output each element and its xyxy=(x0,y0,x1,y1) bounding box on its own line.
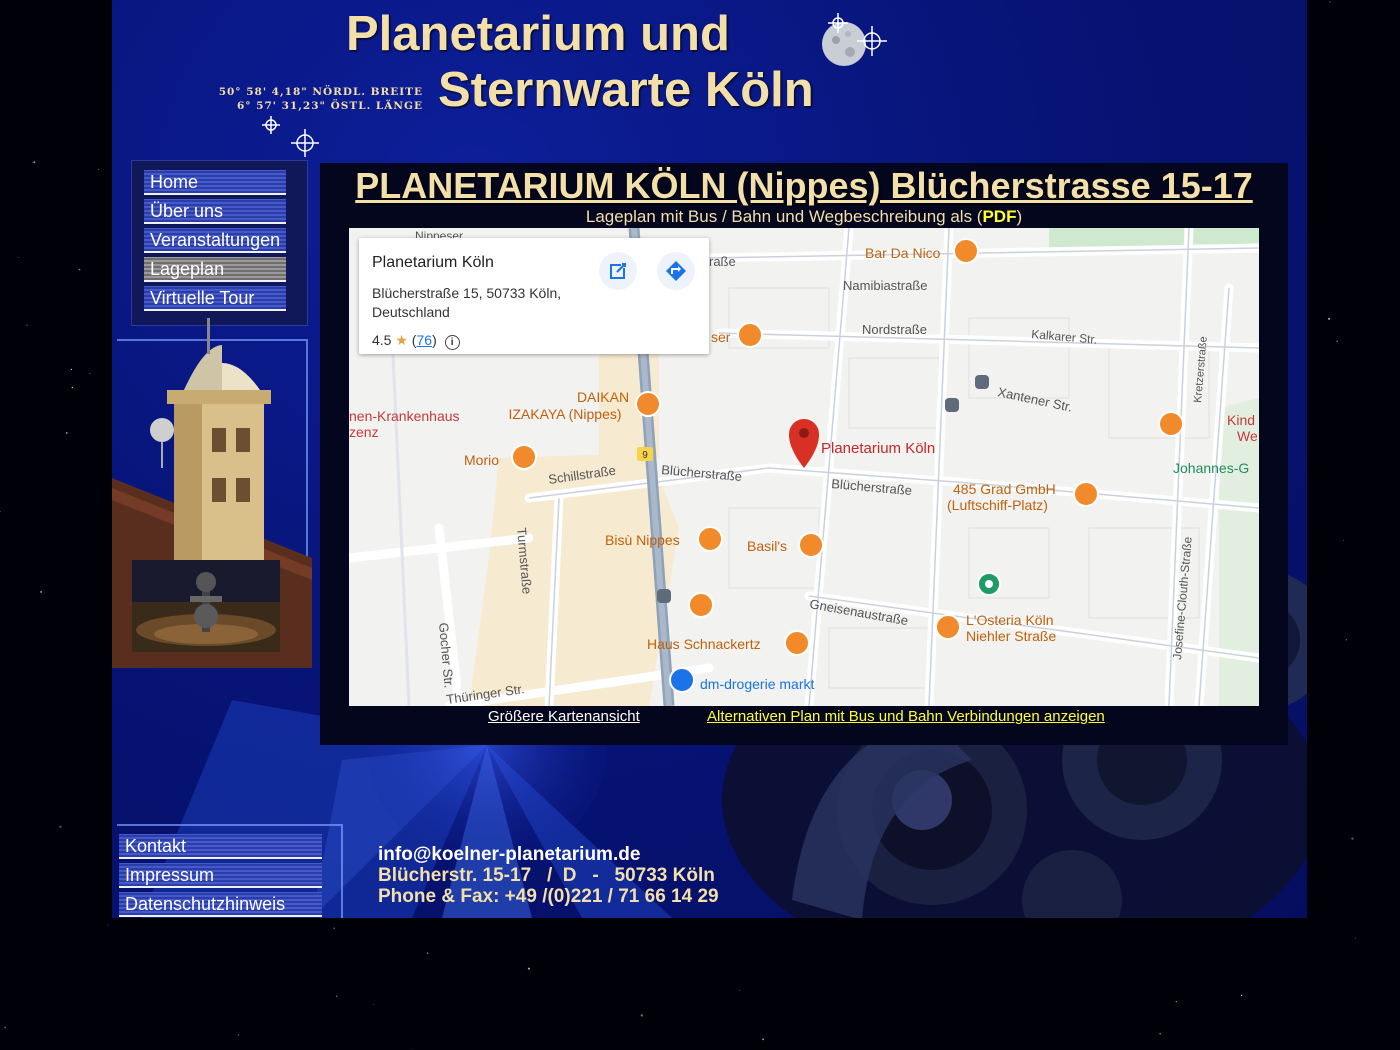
postal-address: Blücherstr. 15-17 / D - 50733 Köln xyxy=(378,865,715,886)
poi-label-basils: Basil's xyxy=(747,538,787,554)
site-title-line2: Sternwarte Köln xyxy=(438,63,814,117)
crosshair-star-icon xyxy=(262,116,319,157)
nav-veranstaltungen[interactable]: Veranstaltungen xyxy=(144,228,286,253)
directions-subtitle: Lageplan mit Bus / Bahn und Wegbeschreib… xyxy=(320,207,1288,227)
star-icon: ★ xyxy=(395,332,408,348)
place-rating: 4.5 ★ (76) i xyxy=(372,332,460,350)
rating-value: 4.5 xyxy=(372,332,392,348)
poi-label-johannes: Johannes-G xyxy=(1173,460,1249,476)
pdf-link[interactable]: PDF xyxy=(982,207,1016,226)
open-map-button[interactable] xyxy=(599,252,637,290)
nav-impressum[interactable]: Impressum xyxy=(119,863,322,888)
map-info-card: Planetarium Köln Blücherstraße 15, 50733… xyxy=(359,238,709,354)
directions-button[interactable] xyxy=(657,252,695,290)
poi-label-ser: ser xyxy=(711,329,731,345)
place-name: Planetarium Köln xyxy=(372,254,494,271)
nav-virtuelle-tour[interactable]: Virtuelle Tour xyxy=(144,286,286,311)
location-heading[interactable]: PLANETARIUM KÖLN (Nippes) Blücherstrasse… xyxy=(320,165,1288,207)
footer-navigation: Kontakt Impressum Datenschutzhinweis xyxy=(119,830,329,918)
street-label-partial: raße xyxy=(709,254,736,269)
contact-info: info@koelner-planetarium.de Blücherstr. … xyxy=(378,844,719,907)
poi-label-485-grad: 485 Grad GmbH (Luftschiff-Platz) xyxy=(947,481,1056,513)
poi-label-dm: dm-drogerie markt xyxy=(700,676,814,692)
external-link-icon xyxy=(610,263,626,279)
main-navigation: Home Über uns Veranstaltungen Lageplan V… xyxy=(131,160,308,326)
info-icon[interactable]: i xyxy=(444,335,460,350)
poi-label-schnackertz: Haus Schnackertz xyxy=(647,636,761,652)
poi-label-losteria: L'Osteria Köln Niehler Straße xyxy=(966,612,1056,644)
nav-kontakt[interactable]: Kontakt xyxy=(119,834,322,859)
directions-icon xyxy=(666,261,686,281)
content-panel: PLANETARIUM KÖLN (Nippes) Blücherstrasse… xyxy=(320,163,1288,745)
nav-home[interactable]: Home xyxy=(144,170,286,195)
latitude-text: 50° 58' 4,18" NÖRDL. BREITE xyxy=(218,86,423,98)
reviews-link[interactable]: 76 xyxy=(416,332,432,348)
projector-thumbnail xyxy=(132,560,280,652)
directions-text: Lageplan mit Bus / Bahn und Wegbeschreib… xyxy=(585,207,983,226)
street-label-namibia: Namibiastraße xyxy=(843,278,928,293)
shop-marker-icon[interactable] xyxy=(669,667,695,693)
route-badge-label: 9 xyxy=(642,450,648,461)
phone-fax: Phone & Fax: +49 /(0)221 / 71 66 14 29 xyxy=(378,886,719,907)
email-link[interactable]: info@koelner-planetarium.de xyxy=(378,844,640,865)
nav-lageplan[interactable]: Lageplan xyxy=(144,257,286,282)
embedded-map[interactable]: Namibiastraße Nordstraße Kalkarer Str. X… xyxy=(349,228,1259,706)
street-label-nord: Nordstraße xyxy=(862,322,927,337)
page-frame: Planetarium und Sternwarte Köln 50° 58' … xyxy=(112,0,1307,918)
poi-label-bar-da-nico: Bar Da Nico xyxy=(865,245,941,261)
alternative-plan-link[interactable]: Alternativen Plan mit Bus und Bahn Verbi… xyxy=(707,708,1105,725)
nav-ueber-uns[interactable]: Über uns xyxy=(144,199,286,224)
larger-map-link[interactable]: Größere Kartenansicht xyxy=(488,708,640,725)
poi-label-bisu: Bisù Nippes xyxy=(605,532,680,548)
park-marker-dot xyxy=(985,580,993,588)
directions-close: ) xyxy=(1016,207,1023,226)
place-address: Blücherstraße 15, 50733 Köln, Deutschlan… xyxy=(372,285,562,320)
site-title-line1: Planetarium und xyxy=(346,7,730,61)
nav-datenschutz[interactable]: Datenschutzhinweis xyxy=(119,892,322,917)
longitude-text: 6° 57' 31,23" ÖSTL. LÄNGE xyxy=(236,100,423,112)
poi-label-planetarium: Planetarium Köln xyxy=(821,440,935,457)
crosshair-star-icon xyxy=(828,13,887,56)
poi-label-morio: Morio xyxy=(464,452,499,468)
